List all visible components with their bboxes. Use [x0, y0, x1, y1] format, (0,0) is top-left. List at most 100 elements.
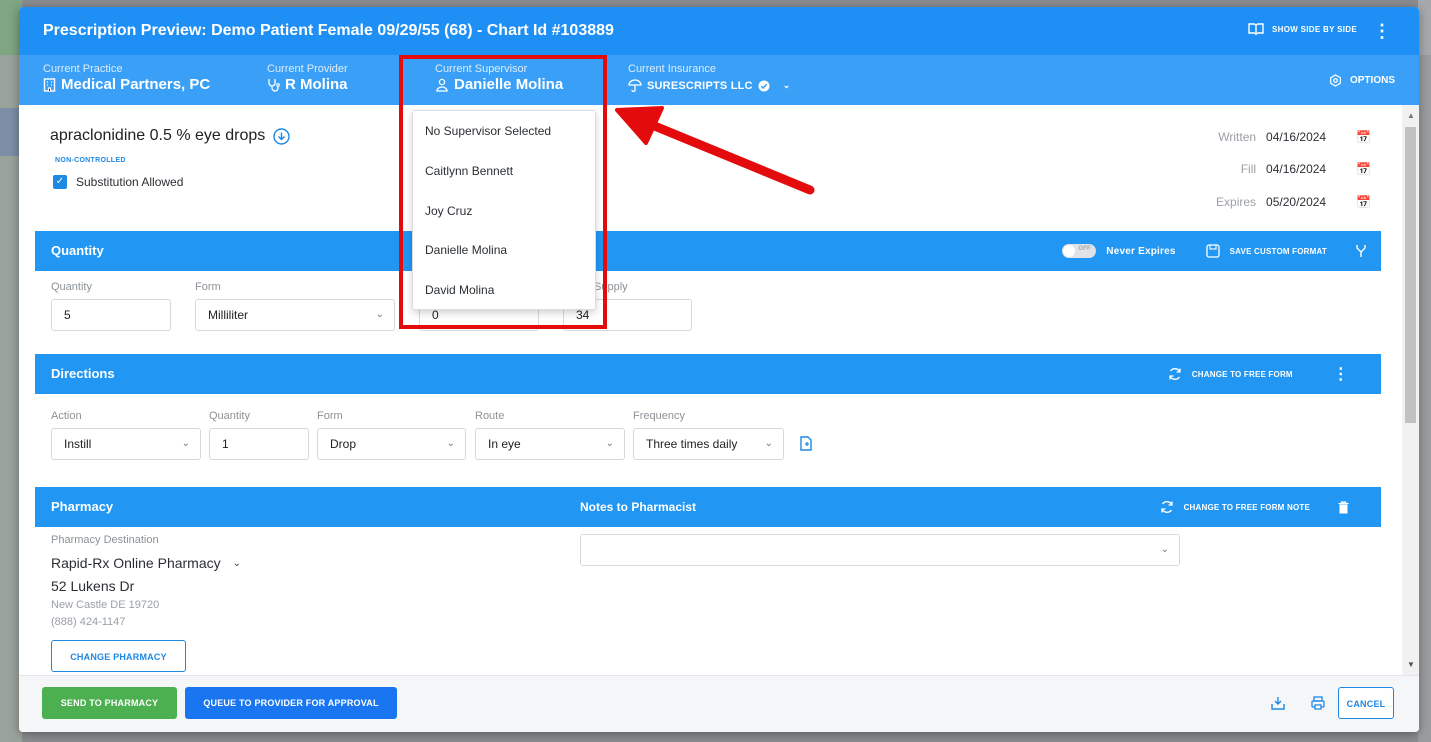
chevron-down-icon: ⌄	[181, 438, 190, 449]
expires-date[interactable]: 05/20/2024	[1266, 195, 1356, 209]
modal-title: Prescription Preview: Demo Patient Femal…	[43, 22, 614, 39]
never-expires-label: Never Expires	[1106, 245, 1176, 257]
download-circle-icon[interactable]	[273, 127, 290, 145]
quantity-section-actions: OFF Never Expires SAVE CUSTOM FORMAT	[1062, 231, 1367, 271]
current-provider-text: R Molina	[285, 76, 348, 93]
written-date-row: Written 04/16/2024 📅	[1186, 130, 1371, 144]
refresh-icon[interactable]	[1168, 367, 1182, 381]
never-expires-toggle[interactable]: OFF	[1062, 244, 1097, 258]
chevron-down-icon: ⌄	[375, 309, 384, 320]
more-options-kebab-icon[interactable]: ⋮	[1373, 21, 1391, 42]
scrollbar-thumb[interactable]	[1405, 127, 1416, 423]
options-label: OPTIONS	[1349, 75, 1395, 86]
change-pharmacy-button[interactable]: CHANGE PHARMACY	[51, 640, 186, 672]
pharmacy-phone: (888) 424-1147	[51, 616, 126, 628]
queue-to-provider-button[interactable]: QUEUE TO PROVIDER FOR APPROVAL	[185, 687, 397, 719]
frequency-select-value: Three times daily	[646, 437, 738, 451]
action-label: Action	[51, 410, 82, 422]
quantity-section-header: Quantity OFF Never Expires SAVE CUSTOM F…	[35, 231, 1381, 271]
show-side-by-side-label: SHOW SIDE BY SIDE	[1272, 25, 1357, 34]
written-label: Written	[1218, 130, 1257, 144]
gear-icon	[1330, 74, 1341, 87]
fork-icon[interactable]	[1355, 244, 1367, 258]
building-icon	[43, 77, 56, 92]
scroll-up-arrow-icon[interactable]: ▲	[1407, 111, 1415, 120]
directions-quantity-input[interactable]: 1	[209, 428, 309, 460]
pharmacy-name: Rapid-Rx Online Pharmacy	[51, 555, 221, 571]
chevron-down-icon: ⌄	[605, 438, 614, 449]
pharmacy-destination-label: Pharmacy Destination	[51, 534, 159, 546]
directions-section-header: Directions CHANGE TO FREE FORM ⋮	[35, 354, 1381, 394]
show-side-by-side-button[interactable]: SHOW SIDE BY SIDE	[1248, 23, 1357, 36]
current-insurance-value[interactable]: SURESCRIPTS LLC ⌄	[628, 79, 790, 92]
controlled-status-badge: NON-CONTROLLED	[55, 157, 126, 164]
substitution-allowed-checkbox[interactable]: ✓ Substitution Allowed	[53, 175, 183, 189]
fill-date-row: Fill 04/16/2024 📅	[1186, 162, 1371, 176]
annotation-highlight-box	[399, 55, 607, 329]
drug-name-text: apraclonidine 0.5 % eye drops	[50, 127, 266, 144]
action-select[interactable]: Instill ⌄	[51, 428, 201, 460]
current-insurance-label: Current Insurance	[628, 63, 717, 75]
current-practice-label: Current Practice	[43, 63, 123, 75]
chevron-down-icon: ⌄	[232, 557, 242, 569]
current-practice-value[interactable]: Medical Partners, PC	[43, 76, 210, 93]
change-to-free-form-note-button[interactable]: CHANGE TO FREE FORM NOTE	[1184, 503, 1310, 512]
notes-to-pharmacist-select[interactable]: ⌄	[580, 534, 1180, 566]
calendar-icon[interactable]: 📅	[1356, 195, 1371, 209]
trash-icon[interactable]	[1338, 500, 1349, 514]
directions-form-value: Drop	[330, 437, 357, 451]
written-date[interactable]: 04/16/2024	[1266, 130, 1356, 144]
document-add-icon[interactable]	[800, 436, 813, 451]
content-scrollbar[interactable]: ▲ ▼	[1402, 105, 1419, 675]
route-select[interactable]: In eye ⌄	[475, 428, 625, 460]
form-select[interactable]: Milliliter ⌄	[195, 299, 395, 331]
verified-check-icon	[758, 80, 770, 91]
change-to-free-form-button[interactable]: CHANGE TO FREE FORM	[1192, 370, 1293, 379]
directions-form-select[interactable]: Drop ⌄	[317, 428, 466, 460]
pharmacy-section-title: Pharmacy	[51, 499, 114, 514]
expires-date-row: Expires 05/20/2024 📅	[1186, 195, 1371, 209]
quantity-input[interactable]: 5	[51, 299, 171, 331]
pharmacy-address: 52 Lukens Dr	[51, 578, 135, 594]
frequency-label: Frequency	[633, 410, 685, 422]
chevron-down-icon[interactable]: ⌄	[783, 80, 791, 91]
save-custom-format-button[interactable]: SAVE CUSTOM FORMAT	[1230, 247, 1327, 256]
options-button[interactable]: OPTIONS	[1329, 74, 1395, 87]
umbrella-icon	[628, 79, 642, 92]
pharmacy-section-actions: CHANGE TO FREE FORM NOTE	[1160, 487, 1367, 527]
checkbox-checked-icon[interactable]: ✓	[53, 175, 67, 189]
route-label: Route	[475, 410, 505, 422]
current-provider: Current Provider R Molina	[267, 63, 348, 93]
fill-label: Fill	[1240, 162, 1257, 176]
current-insurance-text: SURESCRIPTS LLC	[647, 79, 753, 92]
save-icon[interactable]	[1205, 244, 1220, 258]
cancel-button[interactable]: CANCEL	[1338, 687, 1394, 719]
current-insurance: Current Insurance SURESCRIPTS LLC ⌄	[628, 63, 790, 92]
directions-section-actions: CHANGE TO FREE FORM ⋮	[1168, 354, 1367, 394]
calendar-icon[interactable]: 📅	[1356, 130, 1371, 144]
download-tray-icon[interactable]	[1271, 696, 1285, 710]
toggle-off-label: OFF	[1078, 246, 1091, 252]
background-app-right	[1418, 0, 1431, 742]
calendar-icon[interactable]: 📅	[1356, 162, 1371, 176]
refresh-icon[interactable]	[1160, 500, 1174, 514]
route-select-value: In eye	[488, 437, 521, 451]
kebab-icon[interactable]: ⋮	[1333, 364, 1349, 384]
send-to-pharmacy-button[interactable]: SEND TO PHARMACY	[42, 687, 177, 719]
frequency-select[interactable]: Three times daily ⌄	[633, 428, 784, 460]
current-practice-text: Medical Partners, PC	[61, 76, 211, 93]
print-icon[interactable]	[1311, 696, 1325, 710]
quantity-label: Quantity	[51, 281, 92, 293]
pharmacy-name-select[interactable]: Rapid-Rx Online Pharmacy ⌄	[51, 555, 241, 571]
current-provider-value[interactable]: R Molina	[267, 76, 348, 93]
scroll-down-arrow-icon[interactable]: ▼	[1407, 660, 1415, 669]
current-practice: Current Practice Medical Partners, PC	[43, 63, 210, 93]
current-provider-label: Current Provider	[267, 63, 348, 75]
directions-section-title: Directions	[51, 366, 115, 381]
directions-quantity-label: Quantity	[209, 410, 250, 422]
book-icon	[1248, 23, 1264, 36]
fill-date[interactable]: 04/16/2024	[1266, 162, 1356, 176]
modal-titlebar: Prescription Preview: Demo Patient Femal…	[19, 7, 1419, 55]
expires-label: Expires	[1216, 195, 1257, 209]
drug-name: apraclonidine 0.5 % eye drops	[50, 127, 290, 145]
